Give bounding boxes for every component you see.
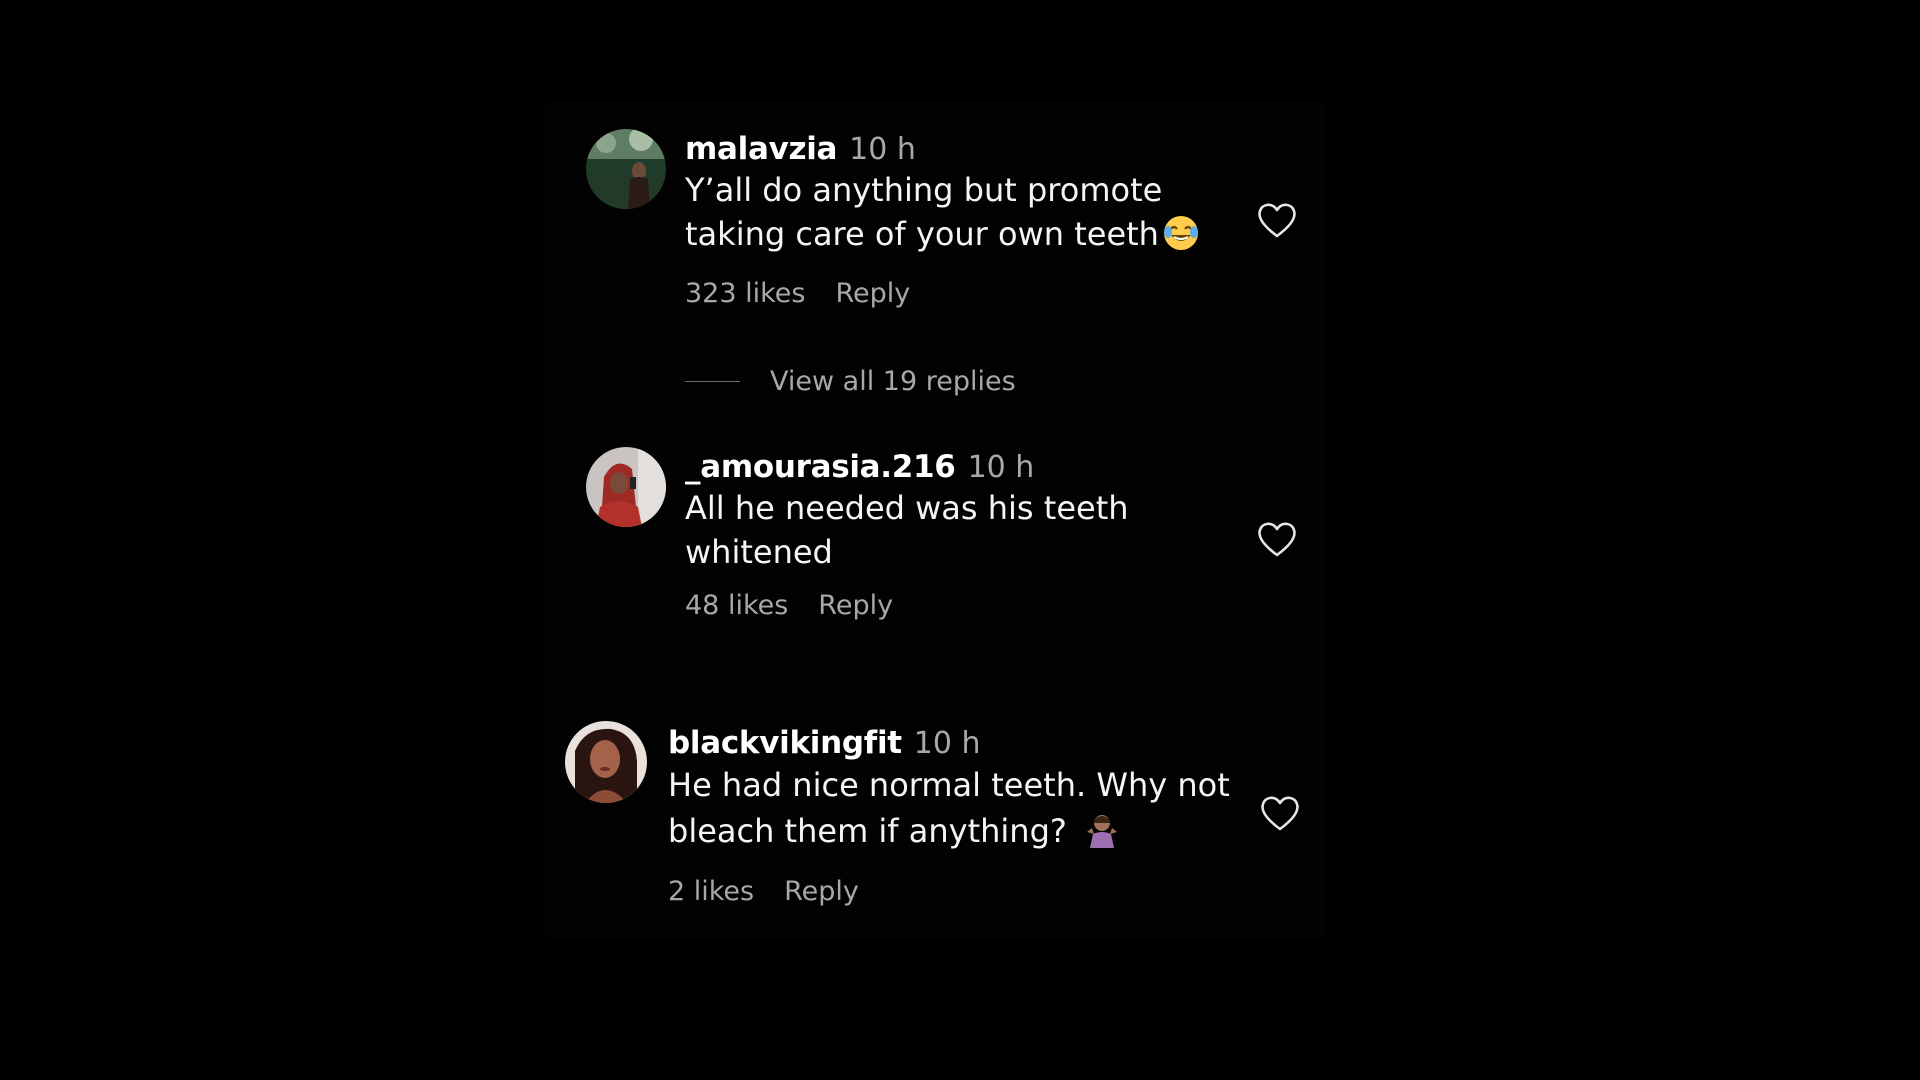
comment-username[interactable]: blackvikingfit [668,725,902,761]
comment-text-line: taking care of your own teeth [685,212,1199,262]
view-replies-label[interactable]: View all 19 replies [770,366,1016,397]
comment-text-line: All he needed was his teeth [685,489,1129,527]
view-replies-button[interactable]: View all 19 replies [685,366,1016,397]
avatar[interactable] [586,447,666,527]
comment-time: 10 h [913,726,981,761]
comment-username[interactable]: _amourasia.216 [685,449,956,485]
comment-text: Y’all do anything but promote taking car… [685,168,1199,262]
reply-button[interactable]: Reply [784,876,859,907]
person-shrugging-icon [1085,812,1119,860]
comment-text-line: whitened [685,533,833,571]
avatar[interactable] [586,129,666,209]
reply-button[interactable]: Reply [835,278,910,309]
heart-icon[interactable] [1260,794,1300,836]
comment-text-line: bleach them if anything? [668,808,1230,860]
face-with-tears-of-joy-icon [1163,215,1199,262]
replies-divider [685,381,740,382]
comment-text-line: Y’all do anything but promote [685,171,1163,209]
avatar[interactable] [565,721,647,803]
comment-text: He had nice normal teeth. Why not bleach… [668,762,1230,860]
comment-text-segment: bleach them if anything? [668,812,1067,850]
comment-username[interactable]: malavzia [685,131,837,167]
comment-time: 10 h [849,132,916,167]
reply-button[interactable]: Reply [818,590,893,621]
likes-count[interactable]: 323 likes [685,278,805,309]
comment-text-segment: taking care of your own teeth [685,215,1159,253]
screen: malavzia 10 h Y’all do anything but prom… [0,0,1920,1080]
comment-text: All he needed was his teeth whitened [685,486,1129,574]
likes-count[interactable]: 2 likes [668,876,754,907]
likes-count[interactable]: 48 likes [685,590,788,621]
heart-icon[interactable] [1257,201,1297,243]
heart-icon[interactable] [1257,520,1297,562]
comment-time: 10 h [967,450,1035,485]
comment-text-line: He had nice normal teeth. Why not [668,766,1230,804]
